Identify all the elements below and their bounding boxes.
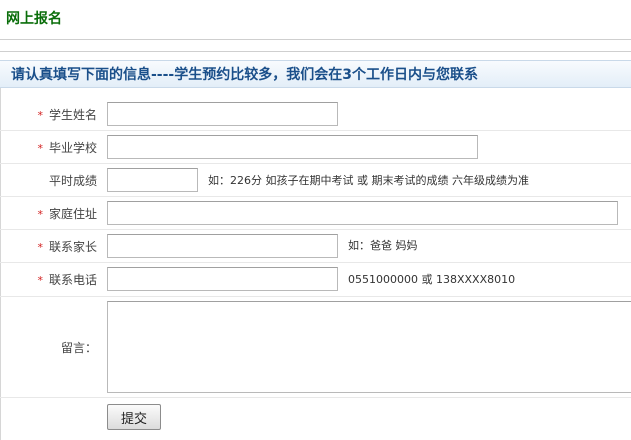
message-textarea[interactable] xyxy=(107,301,631,393)
form-row-contact-parent: * 联系家长 如：爸爸 妈妈 xyxy=(0,230,631,263)
contact-phone-input[interactable] xyxy=(107,267,338,291)
required-mark: * xyxy=(37,109,43,122)
contact-phone-hint: 0551000000 或 138XXXX8010 xyxy=(348,273,516,286)
page-title: 网上报名 xyxy=(6,11,62,27)
graduation-school-label: * 毕业学校 xyxy=(37,141,97,155)
required-mark: * xyxy=(37,241,43,254)
form-row-student-name: * 学生姓名 xyxy=(0,98,631,131)
student-name-input[interactable] xyxy=(107,102,338,126)
form-row-usual-grades: 平时成绩 如：226分 如孩子在期中考试 或 期末考试的成绩 六年级成绩为准 xyxy=(0,164,631,197)
form-row-home-address: * 家庭住址 xyxy=(0,197,631,230)
student-name-label: * 学生姓名 xyxy=(37,108,97,122)
form-row-message: 留言： xyxy=(0,297,631,398)
form-header-text: 请认真填写下面的信息----学生预约比较多，我们会在3个工作日内与您联系 xyxy=(11,67,478,83)
required-mark: * xyxy=(37,274,43,287)
home-address-input[interactable] xyxy=(107,201,618,225)
form-header: 请认真填写下面的信息----学生预约比较多，我们会在3个工作日内与您联系 xyxy=(0,60,631,88)
usual-grades-input[interactable] xyxy=(107,168,198,192)
contact-phone-label: * 联系电话 xyxy=(37,273,97,287)
form-row-graduation-school: * 毕业学校 xyxy=(0,131,631,164)
submit-button[interactable]: 提交 xyxy=(107,404,161,430)
divider xyxy=(0,51,631,52)
contact-parent-input[interactable] xyxy=(107,234,338,258)
required-mark: * xyxy=(37,208,43,221)
divider xyxy=(0,39,631,40)
home-address-label: * 家庭住址 xyxy=(37,207,97,221)
graduation-school-input[interactable] xyxy=(107,135,478,159)
usual-grades-hint: 如：226分 如孩子在期中考试 或 期末考试的成绩 六年级成绩为准 xyxy=(208,174,529,187)
contact-parent-label: * 联系家长 xyxy=(37,240,97,254)
required-mark: * xyxy=(37,142,43,155)
message-label: 留言： xyxy=(60,341,97,355)
form-row-contact-phone: * 联系电话 0551000000 或 138XXXX8010 xyxy=(0,263,631,297)
usual-grades-label: 平时成绩 xyxy=(48,174,97,188)
contact-parent-hint: 如：爸爸 妈妈 xyxy=(348,239,418,252)
